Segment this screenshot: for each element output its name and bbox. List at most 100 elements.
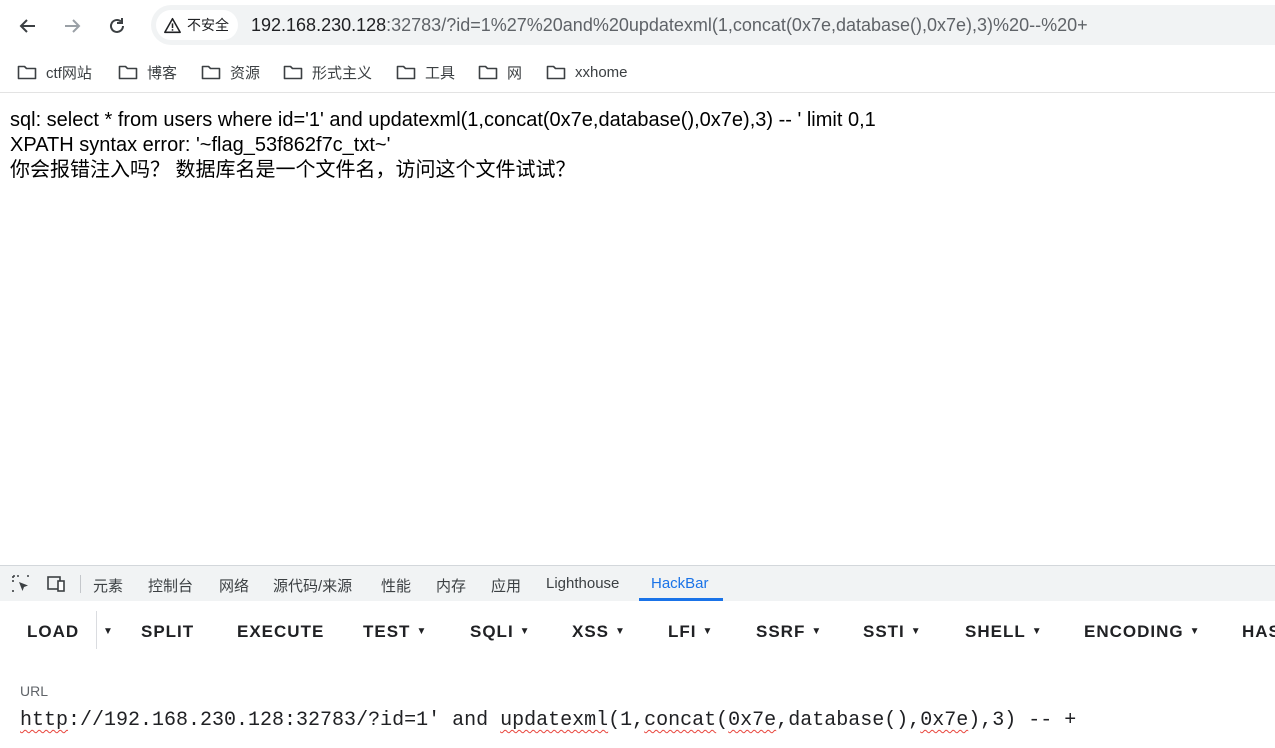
tab-elements[interactable]: 元素	[93, 575, 123, 596]
bookmark-folder[interactable]: 形式主义	[283, 61, 372, 83]
url-part: http	[20, 709, 69, 732]
tab-memory[interactable]: 内存	[436, 575, 466, 596]
tab-separator	[80, 575, 81, 593]
folder-icon	[118, 65, 138, 80]
url-part: ://192.168.230.128:32783/?id=1' and	[68, 709, 501, 732]
test-label: TEST	[363, 622, 411, 641]
caret-down-icon: ▼	[519, 625, 531, 637]
caret-down-icon: ▼	[416, 625, 428, 637]
inspect-element-button[interactable]	[10, 573, 32, 595]
split-button[interactable]: SPLIT	[141, 622, 194, 642]
load-button[interactable]: LOAD	[27, 622, 79, 642]
caret-down-icon: ▼	[910, 625, 922, 637]
caret-down-icon: ▼	[702, 625, 714, 637]
hash-menu-button[interactable]: HAS	[1242, 622, 1275, 642]
arrow-left-icon	[19, 19, 35, 33]
caret-down-icon: ▼	[811, 625, 823, 637]
folder-icon	[478, 65, 498, 80]
url-part: updatexml	[500, 709, 609, 732]
load-label: LOAD	[27, 622, 80, 641]
bookmark-folder[interactable]: 网	[478, 61, 522, 83]
bookmark-folder[interactable]: ctf网站	[17, 61, 92, 83]
xpath-error-text: XPATH syntax error: '~flag_53f862f7c_txt…	[10, 134, 391, 156]
url-path: :32783/?id=1%27%20and%20updatexml(1,conc…	[386, 15, 1088, 35]
url-part: (1,	[608, 709, 645, 732]
device-icon	[47, 576, 65, 592]
sqli-label: SQLI	[470, 622, 514, 641]
ssti-label: SSTI	[863, 622, 905, 641]
hackbar-url-input[interactable]: http://192.168.230.128:32783/?id=1' and …	[20, 709, 1076, 732]
url-part: ,database(),	[776, 709, 921, 732]
bookmark-label: 资源	[230, 64, 261, 82]
warning-icon	[164, 17, 181, 33]
xss-label: XSS	[572, 622, 610, 641]
split-label: SPLIT	[141, 622, 195, 641]
folder-icon	[396, 65, 416, 80]
folder-icon	[546, 65, 566, 80]
caret-down-icon: ▼	[615, 625, 626, 637]
url-field-label: URL	[20, 683, 49, 699]
url-host: 192.168.230.128	[251, 15, 387, 35]
tab-lighthouse[interactable]: Lighthouse	[546, 575, 619, 592]
bookmark-label: xxhome	[575, 63, 628, 81]
test-menu-button[interactable]: TEST ▼	[363, 622, 427, 642]
xss-menu-button[interactable]: XSS ▼	[572, 622, 626, 642]
ssti-menu-button[interactable]: SSTI ▼	[863, 622, 922, 642]
bookmark-folder[interactable]: 工具	[396, 61, 455, 83]
reload-button[interactable]	[101, 10, 133, 42]
load-dropdown-caret-icon[interactable]: ▼	[103, 626, 113, 637]
devtools-tab-bar: 元素 控制台 网络 源代码/来源 性能 内存 应用 Lighthouse Hac…	[0, 565, 1275, 602]
encoding-menu-button[interactable]: ENCODING ▼	[1084, 622, 1201, 642]
tab-application[interactable]: 应用	[491, 575, 521, 596]
execute-button[interactable]: EXECUTE	[237, 622, 324, 642]
encoding-label: ENCODING	[1084, 622, 1184, 641]
security-chip[interactable]: 不安全	[156, 10, 238, 40]
tab-sources[interactable]: 源代码/来源	[273, 575, 352, 596]
button-divider	[96, 611, 97, 649]
url-part: ),3) -- +	[968, 709, 1077, 732]
shell-menu-button[interactable]: SHELL ▼	[965, 622, 1043, 642]
hackbar-panel: LOAD ▼ SPLIT EXECUTE TEST ▼ SQLI ▼ XSS ▼ LF…	[0, 601, 1275, 748]
sqli-menu-button[interactable]: SQLI ▼	[470, 622, 531, 642]
forward-button[interactable]	[56, 10, 88, 42]
hint-text: 你会报错注入吗？ 数据库名是一个文件名，访问这个文件试试？	[10, 159, 576, 181]
caret-down-icon: ▼	[1189, 625, 1201, 637]
url-part: concat	[644, 709, 717, 732]
shell-label: SHELL	[965, 622, 1026, 641]
caret-down-icon: ▼	[1031, 625, 1043, 637]
tab-performance[interactable]: 性能	[381, 575, 411, 596]
address-bar[interactable]: 不安全 192.168.230.128:32783/?id=1%27%20and…	[151, 5, 1275, 45]
folder-icon	[283, 65, 303, 80]
url-part: 0x7e	[920, 709, 969, 732]
folder-icon	[201, 65, 221, 80]
lfi-label: LFI	[668, 622, 697, 641]
tab-hackbar[interactable]: HackBar	[651, 575, 709, 592]
inspect-cursor-icon	[12, 575, 29, 592]
bookmark-folder[interactable]: xxhome	[546, 61, 628, 83]
arrow-right-icon	[65, 19, 81, 33]
tab-console[interactable]: 控制台	[148, 575, 193, 596]
execute-label: EXECUTE	[237, 622, 325, 641]
bookmark-label: 形式主义	[312, 64, 373, 82]
url-part: (	[716, 709, 729, 732]
url-part: 0x7e	[728, 709, 777, 732]
bookmarks-bar: ctf网站 博客 资源 形式主义 工具 网 xxhome	[0, 52, 1275, 93]
ssrf-menu-button[interactable]: SSRF ▼	[756, 622, 822, 642]
tab-network[interactable]: 网络	[219, 575, 249, 596]
device-toolbar-button[interactable]	[45, 573, 67, 595]
reload-icon	[110, 18, 124, 33]
sql-query-text: sql: select * from users where id='1' an…	[10, 109, 876, 131]
bookmark-folder[interactable]: 资源	[201, 61, 260, 83]
page-body: sql: select * from users where id='1' an…	[10, 108, 876, 183]
bookmark-label: ctf网站	[46, 64, 92, 82]
url-display[interactable]: 192.168.230.128:32783/?id=1%27%20and%20u…	[251, 15, 1088, 36]
back-button[interactable]	[12, 10, 44, 42]
bookmark-label: 博客	[147, 64, 178, 82]
security-label: 不安全	[187, 17, 229, 33]
bookmark-folder[interactable]: 博客	[118, 61, 177, 83]
hash-label: HAS	[1242, 622, 1275, 641]
browser-toolbar: 不安全 192.168.230.128:32783/?id=1%27%20and…	[0, 0, 1275, 50]
bookmark-label: 工具	[425, 64, 456, 82]
bookmark-label: 网	[507, 64, 523, 82]
lfi-menu-button[interactable]: LFI ▼	[668, 622, 713, 642]
